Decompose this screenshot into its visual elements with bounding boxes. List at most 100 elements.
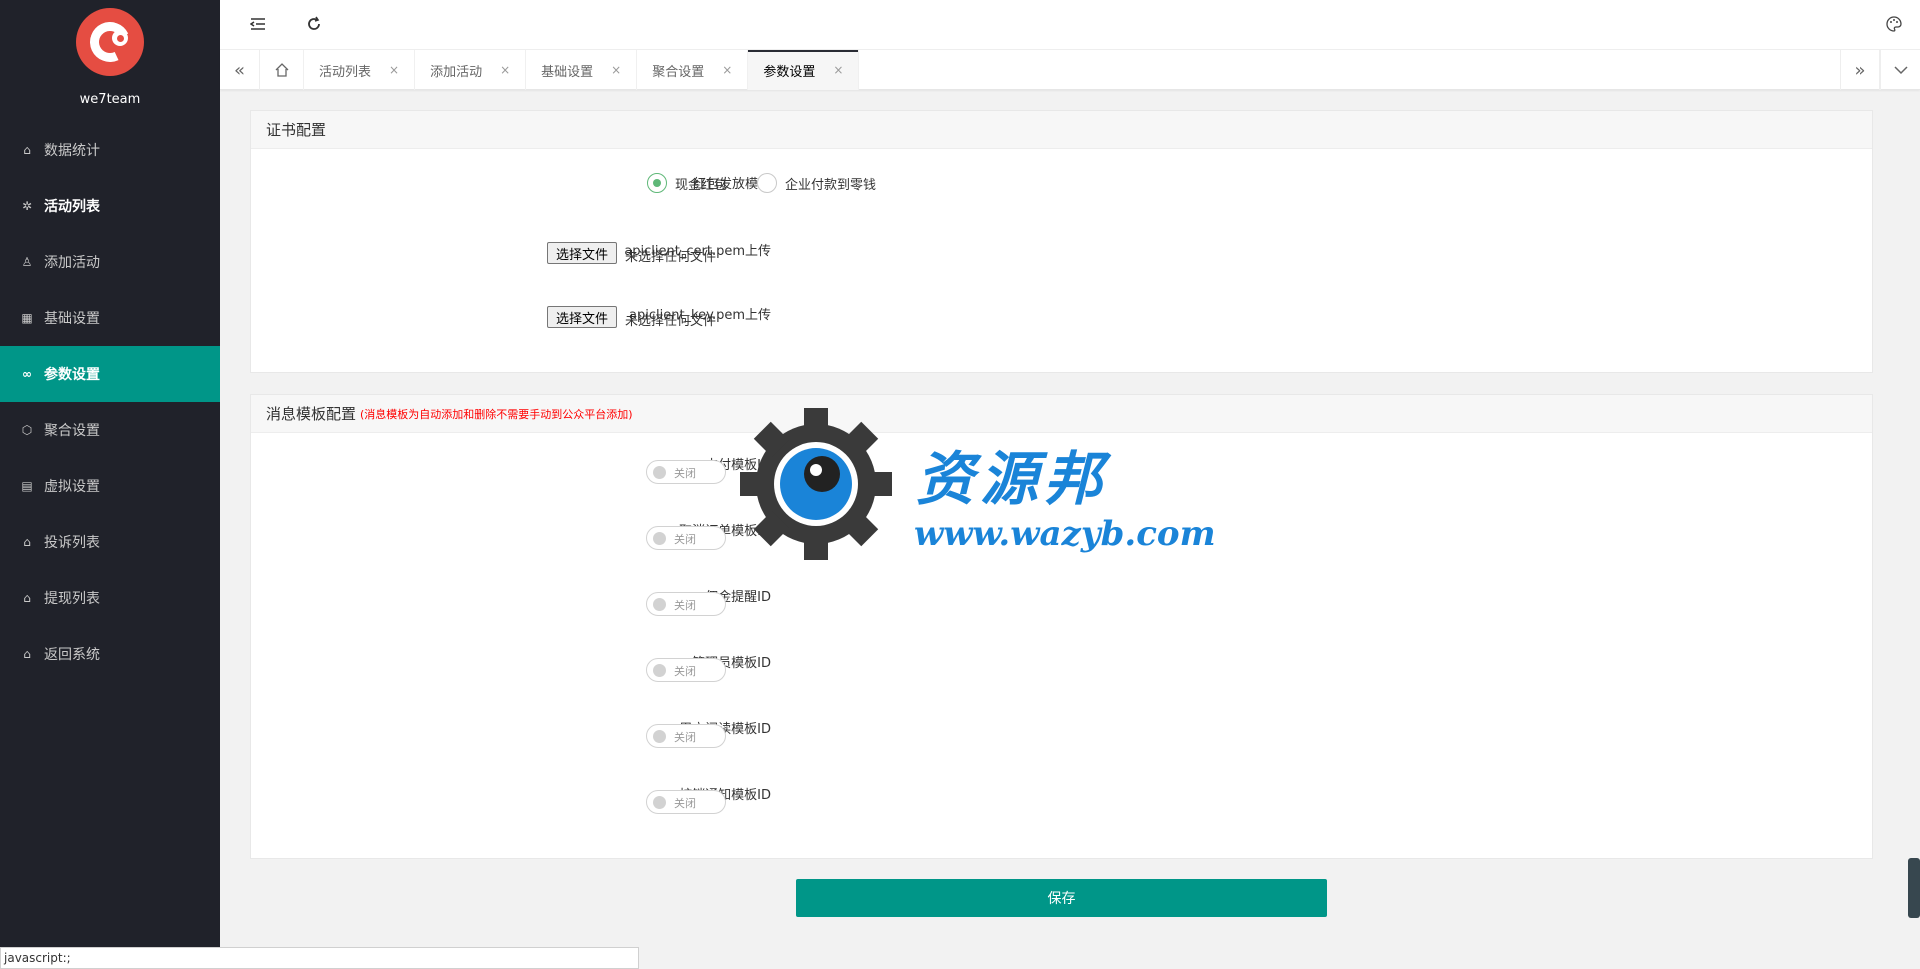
card-title: 证书配置 [251, 111, 1872, 149]
switch-state: 关闭 [674, 467, 696, 480]
sidebar-item-basic-settings[interactable]: ▦ 基础设置 [0, 290, 220, 346]
form-row-commission-template: 佣金提醒ID 关闭 [251, 582, 1872, 616]
form-row-admin-template: 管理员模板ID 关闭 [251, 648, 1872, 682]
save-button[interactable]: 保存 [796, 879, 1327, 917]
close-icon[interactable]: × [722, 63, 732, 77]
sidebar-item-label: 提现列表 [44, 591, 100, 607]
gear-icon: ✲ [21, 199, 33, 213]
sidebar-item-withdrawals[interactable]: ⌂ 提现列表 [0, 570, 220, 626]
switch-knob [653, 730, 666, 743]
sidebar-item-label: 基础设置 [44, 311, 100, 327]
admin-template-switch[interactable]: 关闭 [646, 658, 726, 682]
switch-knob [653, 664, 666, 677]
card-title: 消息模板配置 [266, 405, 357, 423]
tab-label: 基础设置 [541, 64, 594, 80]
key-file-status: 未选择任何文件 [625, 314, 717, 329]
sidebar-item-label: 参数设置 [44, 367, 100, 383]
switch-state: 关闭 [674, 599, 696, 612]
book-icon: ▤ [21, 479, 33, 493]
sidebar-item-label: 活动列表 [44, 199, 100, 215]
sidebar-item-activity-list[interactable]: ✲ 活动列表 [0, 178, 220, 234]
tab-param-settings[interactable]: 参数设置 × [748, 50, 860, 90]
radio-enterprise-pay[interactable]: 企业付款到零钱 [757, 173, 876, 193]
sidebar-item-param-settings[interactable]: ∞ 参数设置 [0, 346, 220, 402]
tab-dropdown-chevron-icon[interactable] [1880, 50, 1920, 90]
form-row-verify-template: 核销通知模板ID 关闭 [251, 780, 1872, 814]
scrollbar-handle[interactable] [1908, 858, 1920, 918]
tab-label: 添加活动 [430, 64, 483, 80]
form-row-read-template: 用户阅读模板ID 关闭 [251, 714, 1872, 748]
read-template-switch[interactable]: 关闭 [646, 724, 726, 748]
refresh-icon[interactable] [304, 14, 324, 34]
switch-state: 关闭 [674, 533, 696, 546]
form-row-mode: 红包发放模式 现金红包 企业付款到零钱 [251, 169, 1872, 199]
sidebar-item-return-system[interactable]: ⌂ 返回系统 [0, 626, 220, 682]
verify-template-switch[interactable]: 关闭 [646, 790, 726, 814]
sidebar-item-virtual-settings[interactable]: ▤ 虚拟设置 [0, 458, 220, 514]
watermark-gear-eye-icon [740, 408, 892, 560]
close-icon[interactable]: × [389, 63, 399, 77]
sidebar-item-label: 聚合设置 [44, 423, 100, 439]
close-icon[interactable]: × [833, 63, 843, 77]
theme-palette-icon[interactable] [1884, 14, 1904, 34]
radio-label: 现金红包 [675, 177, 728, 193]
sidebar-item-label: 添加活动 [44, 255, 100, 271]
tab-basic-settings[interactable]: 基础设置 × [526, 50, 638, 90]
commission-template-switch[interactable]: 关闭 [646, 592, 726, 616]
tab-activity-list[interactable]: 活动列表 × [304, 50, 416, 90]
menu-toggle-icon[interactable] [248, 14, 268, 34]
switch-knob [653, 598, 666, 611]
switch-knob [653, 466, 666, 479]
top-header [220, 0, 1920, 50]
switch-knob [653, 796, 666, 809]
sidebar-item-label: 虚拟设置 [44, 479, 100, 495]
brand-name: we7team [79, 92, 141, 107]
logo-area: we7team [0, 0, 220, 122]
sidebar-item-label: 返回系统 [44, 647, 100, 663]
sidebar-item-label: 投诉列表 [44, 535, 100, 551]
pay-template-switch[interactable]: 关闭 [646, 460, 726, 484]
home-icon: ⌂ [23, 143, 31, 157]
key-choose-file-button[interactable]: 选择文件 [547, 306, 618, 328]
close-icon[interactable]: × [500, 63, 510, 77]
sidebar-item-aggregate-settings[interactable]: ⬡ 聚合设置 [0, 402, 220, 458]
home-icon [275, 63, 288, 77]
tab-label: 活动列表 [319, 64, 372, 80]
tab-home[interactable] [260, 50, 304, 90]
grid-icon: ▦ [21, 311, 33, 325]
user-icon: ♙ [21, 255, 33, 269]
sidebar-item-add-activity[interactable]: ♙ 添加活动 [0, 234, 220, 290]
home-icon: ⌂ [23, 591, 31, 605]
cert-config-card: 证书配置 红包发放模式 现金红包 企业付款到零钱 apiclient_cert.… [250, 110, 1873, 373]
radio-label: 企业付款到零钱 [785, 177, 877, 193]
radio-cash-redpacket[interactable]: 现金红包 [647, 173, 727, 193]
tab-aggregate-settings[interactable]: 聚合设置 × [637, 50, 749, 90]
tab-scroll-left-icon[interactable]: « [220, 50, 260, 90]
switch-state: 关闭 [674, 797, 696, 810]
sidebar-item-complaints[interactable]: ⌂ 投诉列表 [0, 514, 220, 570]
sidebar-item-data-stats[interactable]: ⌂ 数据统计 [0, 122, 220, 178]
tab-bar: « 活动列表 × 添加活动 × 基础设置 × 聚合设置 × 参数设置 × » [220, 50, 1920, 90]
tab-scroll-right-icon[interactable]: » [1840, 50, 1880, 90]
sidebar: we7team ⌂ 数据统计 ✲ 活动列表 ♙ 添加活动 ▦ 基础设置 ∞ 参数设置 ⬡ 聚… [0, 0, 220, 969]
home-icon: ⌂ [23, 647, 31, 661]
form-row-cert-upload: apiclient_cert.pem上传 选择文件 未选择任何文件 [251, 236, 1872, 266]
switch-state: 关闭 [674, 731, 696, 744]
cube-icon: ⬡ [21, 423, 33, 437]
radio-checked-icon [647, 173, 667, 193]
radio-unchecked-icon [757, 173, 777, 193]
watermark-url: www.wazyb.com [914, 514, 1216, 554]
form-row-key-upload: apiclient_key.pem上传 选择文件 未选择任何文件 [251, 300, 1872, 330]
cancel-template-switch[interactable]: 关闭 [646, 526, 726, 550]
tab-add-activity[interactable]: 添加活动 × [415, 50, 527, 90]
cert-choose-file-button[interactable]: 选择文件 [547, 242, 618, 264]
watermark-title: 资源邦 [916, 445, 1109, 513]
close-icon[interactable]: × [611, 63, 621, 77]
browser-status-bar: javascript:; [0, 947, 639, 969]
tab-list: 活动列表 × 添加活动 × 基础设置 × 聚合设置 × 参数设置 × [260, 50, 860, 90]
template-note: (消息模板为自动添加和删除不需要手动到公众平台添加) [360, 407, 633, 421]
cert-file-status: 未选择任何文件 [625, 250, 717, 265]
watermark: 资源邦 www.wazyb.com [736, 404, 1216, 564]
switch-state: 关闭 [674, 665, 696, 678]
home-icon: ⌂ [23, 535, 31, 549]
